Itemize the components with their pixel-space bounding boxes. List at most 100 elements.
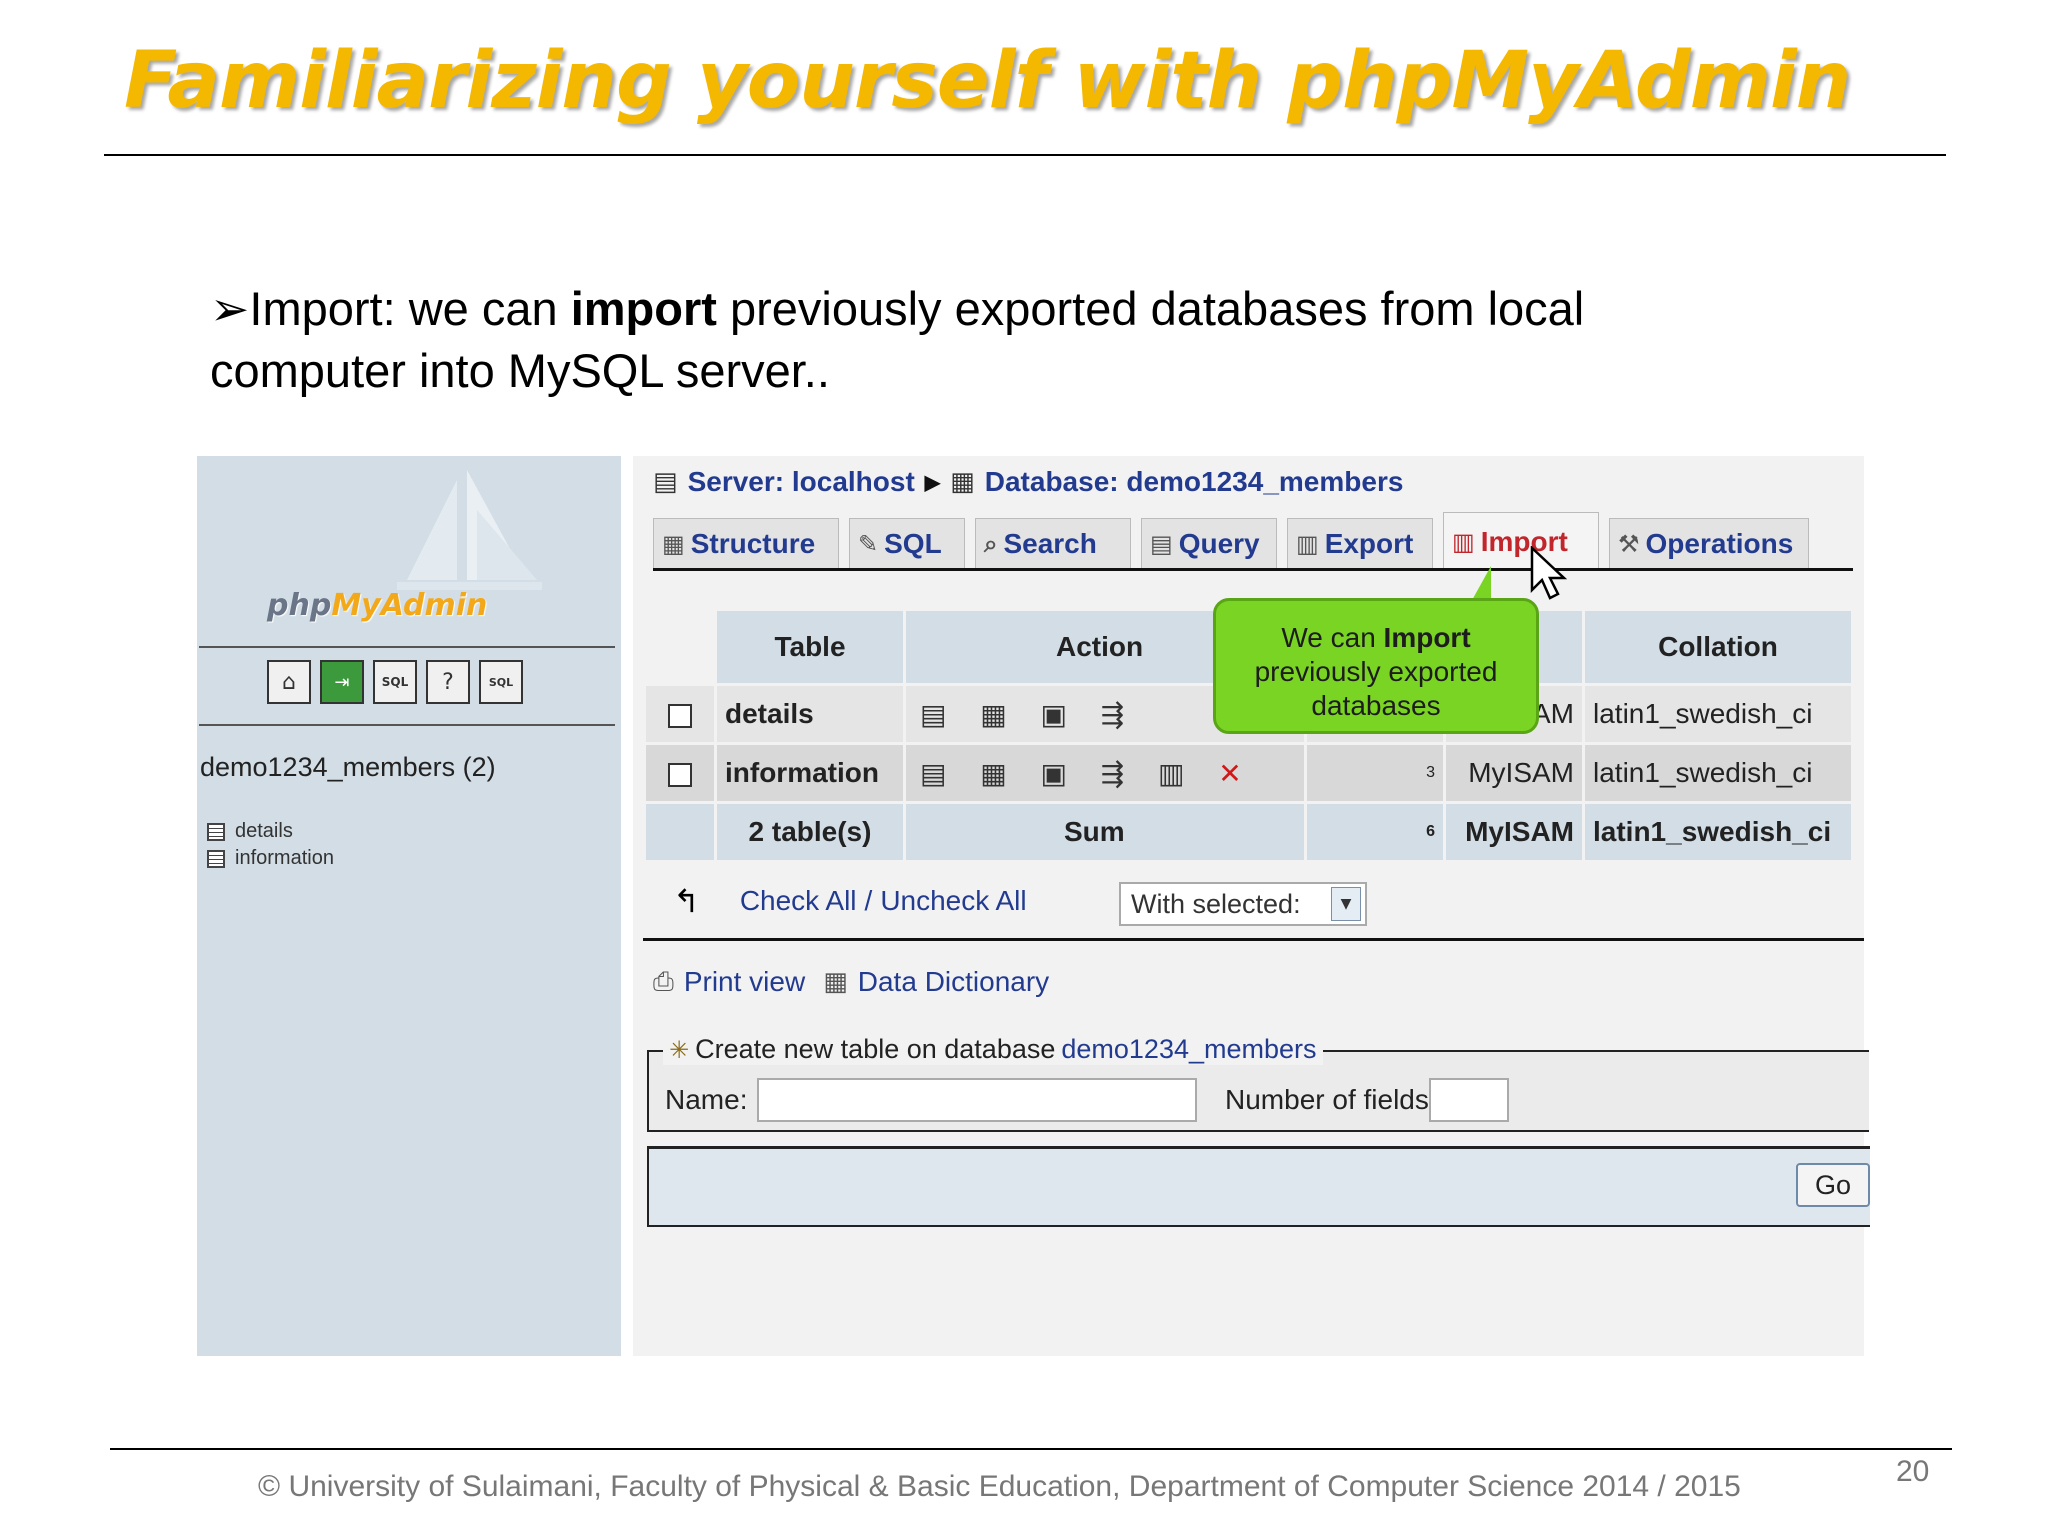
header-collation: Collation: [1585, 611, 1851, 683]
query-icon: ▤: [1150, 529, 1173, 558]
tab-label: Query: [1178, 527, 1260, 559]
with-selected-value: With selected:: [1131, 888, 1301, 919]
callout-line-2: previously exported: [1254, 656, 1498, 687]
structure-icon[interactable]: ▦: [980, 757, 1006, 790]
printer-icon: ⎙: [653, 966, 674, 997]
tab-search[interactable]: ⌕ Search: [975, 518, 1131, 568]
table-name[interactable]: information: [717, 745, 903, 801]
engine-type: MyISAM: [1446, 745, 1582, 801]
row-actions: ▤ ▦ ▣ ⇶ ▥ ✕: [906, 745, 1304, 801]
create-table-legend: ✳ Create new table on database demo1234_…: [663, 1034, 1323, 1065]
database-link[interactable]: demo1234_members (2): [200, 752, 496, 783]
search-icon: ⌕: [984, 529, 998, 558]
uncheck-all-link[interactable]: Uncheck All: [880, 885, 1026, 917]
import-icon: ▥: [1452, 527, 1475, 556]
slide-footer: © University of Sulaimani, Faculty of Ph…: [258, 1470, 1741, 1503]
sidebar-table-information[interactable]: information: [207, 847, 334, 870]
tab-query[interactable]: ▤ Query: [1141, 518, 1277, 568]
chevron-down-icon[interactable]: ▼: [1331, 887, 1361, 921]
breadcrumb-server[interactable]: Server: localhost: [688, 466, 915, 498]
data-dictionary-link[interactable]: Data Dictionary: [858, 966, 1049, 998]
legend-db-link[interactable]: demo1234_members: [1061, 1034, 1316, 1065]
callout-tail: [1471, 566, 1491, 602]
table-name[interactable]: details: [717, 686, 903, 742]
browse-icon[interactable]: ▤: [920, 698, 946, 731]
check-separator: /: [864, 885, 873, 916]
name-label: Name:: [665, 1084, 748, 1115]
check-all-row: ↰ Check All / Uncheck All: [673, 882, 1027, 920]
tab-structure[interactable]: ▦ Structure: [653, 518, 839, 568]
tab-rule: [653, 568, 1853, 571]
section-rule: [643, 938, 1864, 941]
summary-tables: 2 table(s): [717, 804, 903, 860]
fields-label: Number of fields:: [1225, 1084, 1437, 1115]
sidebar-table-details[interactable]: details: [207, 820, 293, 843]
page-number: 20: [1896, 1455, 1930, 1488]
ship-logo-icon: [397, 470, 542, 590]
export-icon: ▥: [1296, 529, 1319, 558]
sql-icon[interactable]: SQL: [373, 660, 417, 704]
with-selected-select[interactable]: With selected: ▼: [1119, 882, 1367, 926]
empty-trash-icon[interactable]: ▥: [1158, 757, 1184, 790]
browse-icon[interactable]: ▤: [920, 757, 946, 790]
insert-icon[interactable]: ⇶: [1101, 757, 1124, 790]
go-button[interactable]: Go: [1796, 1163, 1870, 1207]
table-row: information ▤ ▦ ▣ ⇶ ▥ ✕ 3 MyISAM latin1_…: [646, 745, 1851, 801]
help-icon[interactable]: ?: [426, 660, 470, 704]
database-icon: ▦: [950, 467, 975, 497]
legend-prefix: Create new table on database: [695, 1034, 1056, 1064]
row-checkbox[interactable]: [668, 703, 692, 728]
dictionary-icon: ▦: [823, 967, 848, 997]
search-icon[interactable]: ▣: [1041, 757, 1067, 790]
structure-icon[interactable]: ▦: [980, 698, 1006, 731]
bullet-marker: ➢: [210, 282, 250, 335]
sidebar-table-label: details: [235, 820, 293, 842]
tab-label: Search: [1003, 527, 1097, 559]
slide-title: Familiarizing yourself with phpMyAdmin: [124, 36, 1851, 126]
row-checkbox[interactable]: [668, 762, 692, 787]
structure-icon: ▦: [662, 529, 685, 558]
sql-docs-icon[interactable]: SQL: [479, 660, 523, 704]
exit-icon[interactable]: ⇥: [320, 660, 364, 704]
tab-label: Structure: [690, 527, 816, 559]
breadcrumb-database[interactable]: Database: demo1234_members: [985, 466, 1404, 498]
insert-icon[interactable]: ⇶: [1101, 698, 1124, 731]
print-links-row: ⎙ Print view ▦ Data Dictionary: [653, 966, 1049, 998]
tab-label: SQL: [884, 527, 942, 559]
sidebar-icon-row: ⌂ ⇥ SQL ? SQL: [267, 660, 523, 704]
mouse-cursor-icon: [1530, 546, 1568, 600]
tab-bar: ▦ Structure ✎ SQL ⌕ Search ▤ Query ▥ Export ▥…: [653, 512, 1853, 571]
new-table-icon: ✳: [669, 1035, 690, 1064]
tab-operations[interactable]: ⚒ Operations: [1609, 518, 1809, 568]
number-of-fields-input[interactable]: [1429, 1078, 1509, 1122]
breadcrumb: ▤ Server: localhost ▶ ▦ Database: demo12…: [653, 466, 1403, 498]
print-view-link[interactable]: Print view: [684, 966, 805, 998]
phpmyadmin-screenshot: phpMyAdmin ⌂ ⇥ SQL ? SQL demo1234_member…: [197, 456, 1870, 1356]
search-icon[interactable]: ▣: [1041, 698, 1067, 731]
records-count: 3: [1307, 745, 1443, 801]
left-panel: phpMyAdmin ⌂ ⇥ SQL ? SQL demo1234_member…: [197, 456, 621, 1356]
bullet-prefix: Import: we can: [249, 282, 571, 335]
tab-export[interactable]: ▥ Export: [1287, 518, 1433, 568]
create-table-fieldset: ✳ Create new table on database demo1234_…: [647, 1034, 1869, 1132]
server-icon: ▤: [653, 467, 678, 497]
collation: latin1_swedish_ci: [1585, 686, 1851, 742]
sidebar-rule-bottom: [199, 724, 615, 726]
summary-records: 6: [1307, 804, 1443, 860]
sidebar-table-label: information: [235, 847, 334, 869]
table-icon: [207, 822, 225, 841]
table-icon: [207, 849, 225, 868]
drop-icon[interactable]: ✕: [1218, 757, 1241, 790]
check-all-link[interactable]: Check All: [740, 885, 857, 917]
tab-label: Export: [1324, 527, 1414, 559]
tab-sql[interactable]: ✎ SQL: [849, 518, 965, 568]
bullet-bold: import: [570, 282, 717, 335]
phpmyadmin-logo: phpMyAdmin: [267, 588, 488, 623]
go-bar: Go: [647, 1146, 1870, 1227]
main-panel: ▤ Server: localhost ▶ ▦ Database: demo12…: [633, 456, 1870, 1356]
home-icon[interactable]: ⌂: [267, 660, 311, 704]
collation: latin1_swedish_ci: [1585, 745, 1851, 801]
table-name-input[interactable]: [757, 1078, 1197, 1122]
operations-icon: ⚒: [1618, 529, 1640, 558]
sql-icon: ✎: [858, 529, 879, 558]
